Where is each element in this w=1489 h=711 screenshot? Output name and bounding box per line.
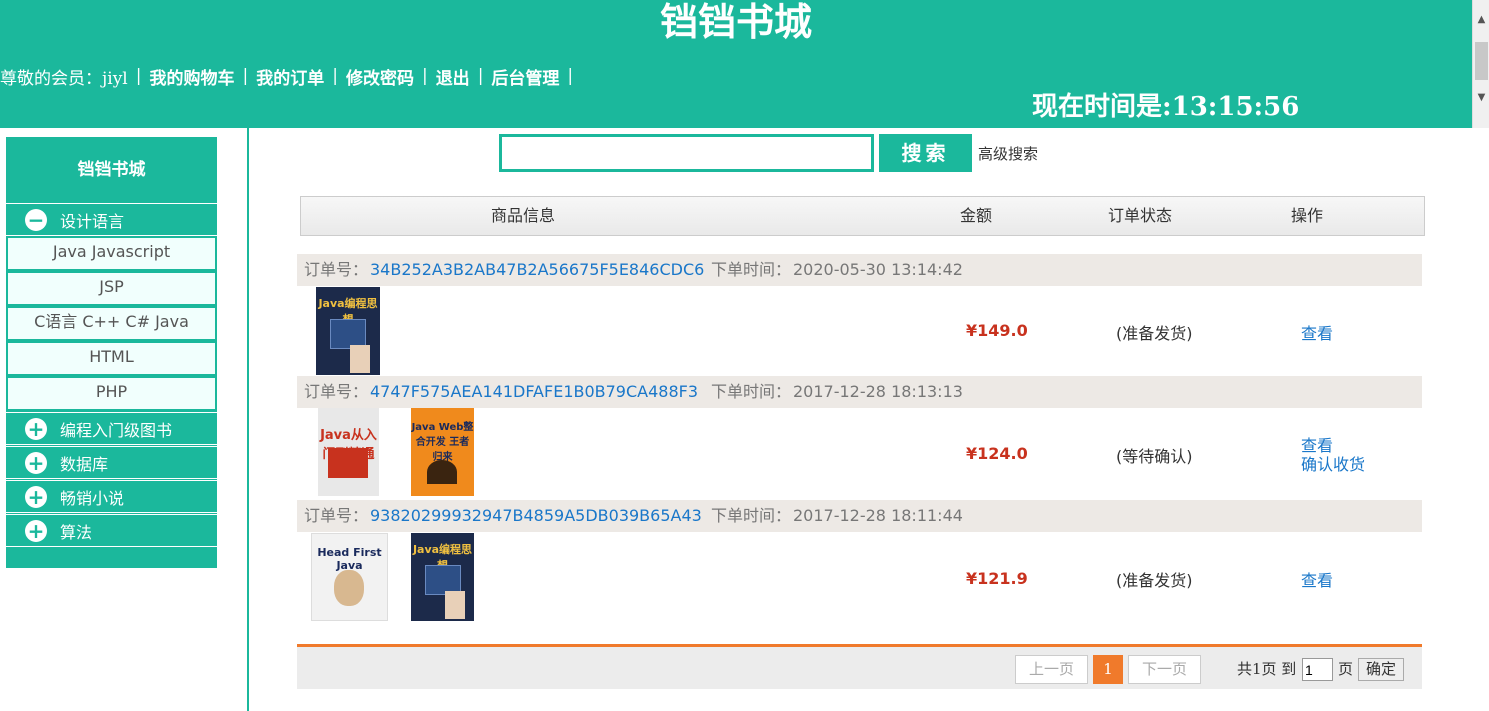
book-cover-image[interactable]: Java从入门到精通 (318, 408, 379, 496)
order-time: 2017-12-28 18:13:13 (793, 382, 963, 401)
member-nav: 尊敬的会员：jiyl | 我的购物车 | 我的订单 | 修改密码 | 退出 | … (0, 62, 581, 90)
order-header-row: 订单号： 93820299932947B4859A5DB039B65A43 下单… (297, 500, 1422, 532)
subcategory-php[interactable]: PHP (7, 377, 216, 410)
plus-icon[interactable]: + (25, 485, 47, 508)
go-to-page-button[interactable]: 确定 (1358, 658, 1404, 681)
subcategory-java-javascript[interactable]: Java Javascript (7, 237, 216, 270)
order-table-header: 商品信息 金额 订单状态 操作 (300, 196, 1425, 236)
member-greeting: 尊敬的会员：jiyl (0, 68, 128, 89)
order-status: (准备发货) (1116, 571, 1193, 590)
plus-icon[interactable]: + (25, 417, 47, 440)
search-input[interactable] (499, 134, 874, 172)
order-number-label: 订单号： (304, 506, 369, 525)
page-number-input[interactable] (1302, 658, 1333, 681)
book-cover-image[interactable]: Head First Java (311, 533, 388, 621)
order-id[interactable]: 4747F575AEA141DFAFE1B0B79CA488F3 (370, 376, 698, 408)
book-cover-image[interactable]: Java编程思想 (316, 287, 380, 375)
column-order-status: 订单状态 (1108, 206, 1173, 225)
nav-separator: | (242, 66, 249, 86)
order-header-row: 订单号： 34B252A3B2AB47B2A56675F5E846CDC6 下单… (297, 254, 1422, 286)
scroll-up-arrow-icon[interactable]: ▲ (1475, 14, 1488, 28)
current-page-button[interactable]: 1 (1093, 655, 1123, 684)
order-time: 2020-05-30 13:14:42 (793, 260, 963, 279)
order-status: (准备发货) (1116, 324, 1193, 343)
nav-separator: | (135, 66, 142, 86)
category-algorithms[interactable]: + 算法 (6, 514, 217, 547)
book-cover-art (334, 570, 364, 606)
subcategory-jsp[interactable]: JSP (7, 272, 216, 305)
page-count-label: 共1页 到 (1237, 660, 1297, 678)
order-amount: ¥149.0 (966, 321, 1028, 340)
category-label: 编程入门级图书 (60, 420, 173, 440)
next-page-button[interactable]: 下一页 (1128, 655, 1201, 684)
book-cover-image[interactable]: Java Web整合开发 王者归来 (411, 408, 474, 496)
order-header-row: 订单号： 4747F575AEA141DFAFE1B0B79CA488F3 下单… (297, 376, 1422, 408)
pagination-bar: 上一页 1 下一页 共1页 到 页 确定 (297, 644, 1422, 689)
nav-cart-link[interactable]: 我的购物车 (149, 64, 234, 89)
current-time: 现在时间是:13:15:56 (1032, 92, 1300, 122)
nav-admin-link[interactable]: 后台管理 (491, 64, 559, 89)
order-number-label: 订单号： (304, 260, 369, 279)
subcategory-c-languages[interactable]: C语言 C++ C# Java (7, 307, 216, 340)
nav-separator: | (567, 66, 574, 86)
order-time-label: 下单时间： (711, 260, 792, 279)
column-amount: 金额 (960, 206, 993, 225)
nav-separator: | (477, 66, 484, 86)
nav-separator: | (421, 66, 428, 86)
prev-page-button[interactable]: 上一页 (1015, 655, 1088, 684)
sidebar-title: 铛铛书城 (77, 160, 146, 180)
column-actions: 操作 (1291, 206, 1324, 225)
order-id[interactable]: 34B252A3B2AB47B2A56675F5E846CDC6 (370, 254, 704, 286)
category-sidebar: 铛铛书城 − 设计语言 Java Javascript JSP C语言 C++ … (6, 137, 217, 568)
order-time: 2017-12-28 18:11:44 (793, 506, 963, 525)
order-amount: ¥121.9 (966, 569, 1028, 588)
content-divider (247, 128, 249, 711)
search-button[interactable]: 搜索 (879, 134, 972, 172)
order-time-label: 下单时间： (711, 506, 792, 525)
category-beginner-books[interactable]: + 编程入门级图书 (6, 412, 217, 445)
category-database[interactable]: + 数据库 (6, 446, 217, 479)
order-status: (等待确认) (1116, 447, 1193, 466)
category-bestseller-novels[interactable]: + 畅销小说 (6, 480, 217, 513)
scroll-down-arrow-icon[interactable]: ▼ (1475, 92, 1488, 106)
confirm-receipt-link[interactable]: 确认收货 (1301, 451, 1365, 475)
plus-icon[interactable]: + (25, 519, 47, 542)
view-order-link[interactable]: 查看 (1301, 320, 1333, 344)
page-unit-label: 页 (1338, 660, 1354, 678)
book-cover-title: Head First Java (317, 546, 382, 572)
view-order-link[interactable]: 查看 (1301, 567, 1333, 591)
plus-icon[interactable]: + (25, 451, 47, 474)
book-cover-art (427, 460, 457, 484)
book-cover-art (445, 591, 465, 619)
order-amount: ¥124.0 (966, 444, 1028, 463)
scrollbar[interactable]: ▲ ▼ (1472, 0, 1489, 128)
category-label: 算法 (60, 522, 93, 542)
advanced-search-link[interactable]: 高级搜索 (978, 143, 1038, 164)
minus-icon[interactable]: − (25, 208, 47, 231)
header-bar: 铛铛书城 尊敬的会员：jiyl | 我的购物车 | 我的订单 | 修改密码 | … (0, 0, 1472, 128)
category-label: 畅销小说 (60, 488, 125, 508)
category-label: 数据库 (60, 454, 109, 474)
nav-separator: | (332, 66, 338, 86)
order-time-label: 下单时间： (711, 382, 792, 401)
nav-logout-link[interactable]: 退出 (436, 64, 470, 89)
nav-change-password-link[interactable]: 修改密码 (346, 64, 414, 89)
order-number-label: 订单号： (304, 382, 369, 401)
scroll-thumb[interactable] (1475, 42, 1488, 80)
column-product-info: 商品信息 (491, 206, 556, 225)
subcategory-html[interactable]: HTML (7, 342, 216, 375)
category-design-languages[interactable]: − 设计语言 (6, 203, 217, 236)
order-id[interactable]: 93820299932947B4859A5DB039B65A43 (370, 500, 702, 532)
book-cover-art (328, 448, 368, 478)
book-cover-art (350, 345, 370, 373)
nav-orders-link[interactable]: 我的订单 (256, 64, 324, 89)
category-label: 设计语言 (60, 211, 125, 231)
site-title: 铛铛书城 (659, 0, 812, 44)
book-cover-image[interactable]: Java编程思想 (411, 533, 474, 621)
book-cover-title: Java Web整合开发 王者归来 (411, 422, 474, 463)
